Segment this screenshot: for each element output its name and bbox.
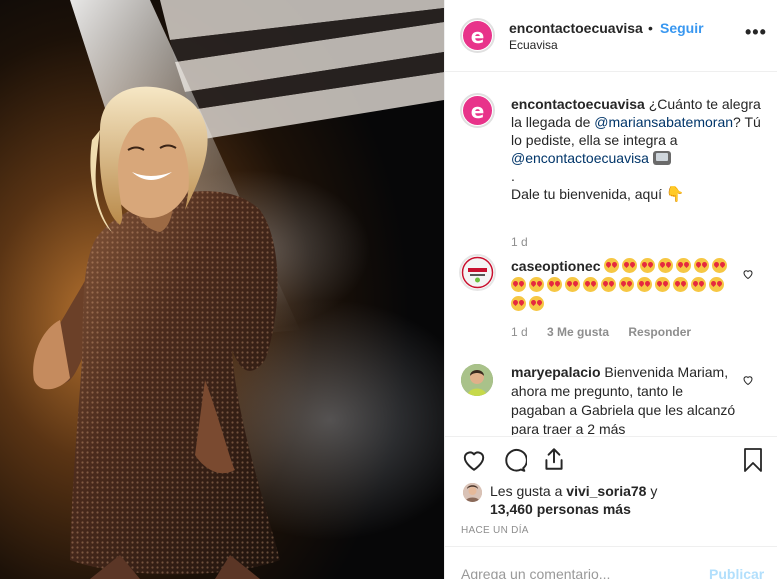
header-username[interactable]: encontactoecuavisa: [509, 20, 643, 36]
post-header: e encontactoecuavisa • Seguir Ecuavisa •…: [445, 0, 777, 72]
comment-likes[interactable]: 3 Me gusta: [547, 325, 609, 339]
heart-eyes-emoji-icon: [565, 277, 580, 292]
comment-like-heart-icon[interactable]: [742, 374, 754, 386]
heart-icon[interactable]: [461, 447, 487, 473]
tv-emoji-icon: [652, 151, 671, 165]
heart-eyes-emoji-icon: [640, 258, 656, 273]
share-icon[interactable]: [541, 446, 567, 472]
caption-avatar[interactable]: e: [460, 93, 495, 128]
profile-photo-icon: [461, 364, 493, 396]
comment-meta: 1 d 3 Me gusta Responder: [511, 325, 707, 339]
post-image: [0, 0, 444, 579]
comment-username[interactable]: maryepalacio: [511, 364, 601, 380]
likes-count[interactable]: 13,460 personas más: [490, 501, 631, 517]
reply-button[interactable]: Responder: [628, 325, 691, 339]
heart-eyes-emoji-icon: [676, 258, 692, 273]
heart-eyes-emoji-icon: [511, 277, 526, 292]
profile-photo-icon: [463, 483, 482, 502]
comment-like-heart-icon[interactable]: [742, 268, 754, 280]
heart-eyes-emoji-icon: [691, 277, 706, 292]
comment-input[interactable]: Agrega un comentario...: [461, 566, 610, 579]
heart-eyes-emoji-icon: [622, 258, 638, 273]
comments-list[interactable]: e encontactoecuavisa ¿Cuánto te alegra l…: [445, 73, 777, 435]
heart-eyes-emoji-icon: [511, 296, 526, 311]
heart-eyes-emoji-icon: [604, 258, 620, 273]
heart-eyes-emoji-icon: [694, 258, 710, 273]
account-avatar[interactable]: e: [460, 18, 495, 53]
avatar-ring: [460, 93, 495, 128]
header-location[interactable]: Ecuavisa: [509, 38, 558, 52]
caption-text: encontactoecuavisa ¿Cuánto te alegra la …: [511, 95, 761, 204]
post-photo[interactable]: [0, 0, 444, 579]
caption-timestamp[interactable]: 1 d: [511, 235, 528, 249]
caption-text-part: Dale tu bienvenida, aquí: [511, 186, 662, 202]
heart-eyes-emoji-icon: [547, 277, 562, 292]
post-comment-button[interactable]: Publicar: [709, 566, 764, 579]
case-option-logo-icon: [461, 256, 494, 289]
commenter-avatar[interactable]: [459, 254, 496, 291]
commenter-avatar[interactable]: [461, 364, 493, 396]
heart-eyes-emoji-icon: [583, 277, 598, 292]
heart-eyes-emoji-icon: [637, 277, 652, 292]
likes-summary: Les gusta a vivi_soria78 y 13,460 person…: [490, 482, 657, 518]
heart-eyes-emoji-icon: [709, 277, 724, 292]
heart-eyes-emoji-icon: [655, 277, 670, 292]
heart-eyes-emoji-icon: [529, 296, 544, 311]
follow-button[interactable]: Seguir: [660, 20, 704, 36]
heart-eyes-emoji-icon: [673, 277, 688, 292]
caption-dot: .: [511, 168, 515, 184]
likes-prefix: Les gusta a: [490, 483, 567, 499]
heart-eyes-emoji-icon: [712, 258, 728, 273]
add-comment-bar: Agrega un comentario... Publicar: [445, 546, 777, 579]
liker-avatar[interactable]: [463, 483, 482, 502]
heart-eyes-emoji-icon: [601, 277, 616, 292]
comment-icon[interactable]: [501, 447, 527, 473]
mention-link[interactable]: @mariansabatemoran: [594, 114, 733, 130]
likes-joiner: y: [646, 483, 658, 499]
more-options-icon[interactable]: •••: [745, 22, 767, 43]
mention-link[interactable]: @encontactoecuavisa: [511, 150, 649, 166]
heart-eyes-emoji-icon: [529, 277, 544, 292]
avatar-ring: [460, 18, 495, 53]
comment-timestamp[interactable]: 1 d: [511, 325, 528, 339]
liker-username[interactable]: vivi_soria78: [566, 483, 646, 499]
comment-username[interactable]: caseoptionec: [511, 258, 600, 274]
post-timestamp[interactable]: HACE UN DÍA: [461, 525, 529, 536]
heart-eyes-emoji-icon: [658, 258, 674, 273]
header-separator: •: [648, 20, 653, 36]
bookmark-icon[interactable]: [741, 447, 765, 473]
pointing-down-emoji-icon: 👇: [665, 186, 685, 203]
post-actions: Les gusta a vivi_soria78 y 13,460 person…: [445, 436, 777, 536]
heart-eyes-emoji-icon: [619, 277, 634, 292]
post-panel: e encontactoecuavisa • Seguir Ecuavisa •…: [444, 0, 777, 579]
comment-text: maryepalacio Bienvenida Mariam, ahora me…: [511, 363, 736, 435]
instagram-post: e encontactoecuavisa • Seguir Ecuavisa •…: [0, 0, 777, 579]
caption-username[interactable]: encontactoecuavisa: [511, 96, 645, 112]
comment-text: caseoptionec: [511, 257, 731, 314]
